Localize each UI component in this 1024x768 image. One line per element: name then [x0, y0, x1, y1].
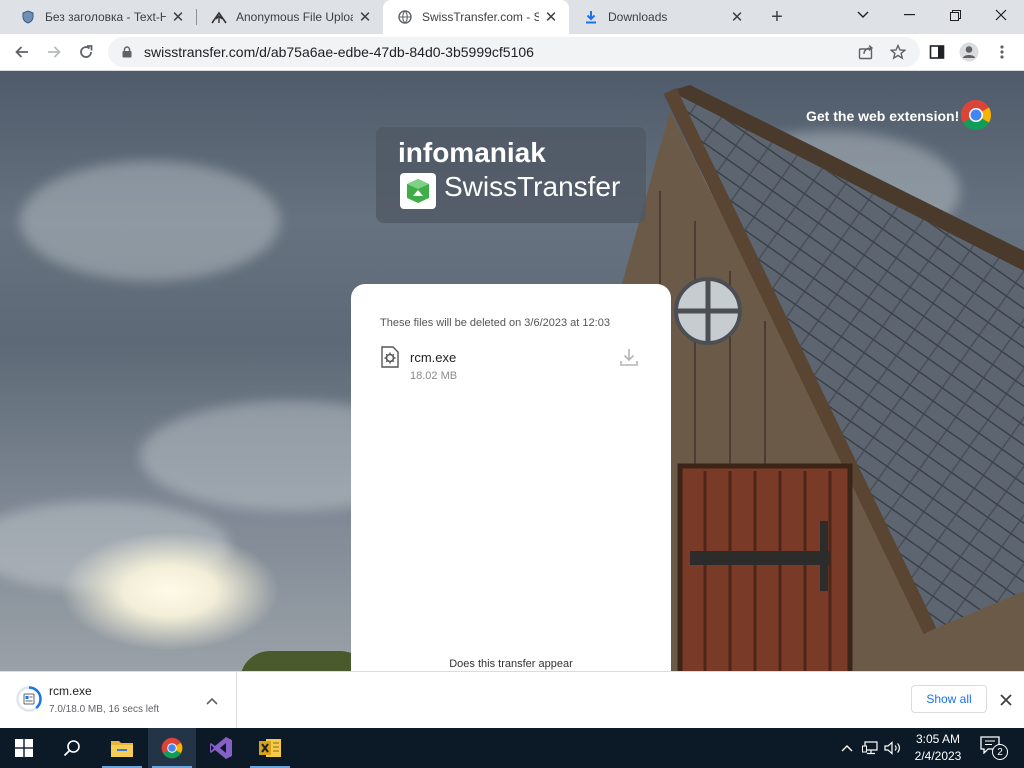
download-icon: [583, 9, 599, 25]
brand-name: infomaniak: [398, 137, 546, 168]
download-shelf: rcm.exe 7.0/18.0 MB, 16 secs left Show a…: [0, 671, 1024, 729]
reload-button[interactable]: [72, 38, 100, 66]
close-shelf-button[interactable]: [996, 690, 1016, 710]
reload-icon: [80, 45, 93, 58]
start-button[interactable]: [0, 728, 48, 768]
kebab-menu-icon: [1000, 45, 1004, 59]
network-button[interactable]: [862, 738, 880, 758]
start-icon: [15, 739, 33, 757]
url-text: swisstransfer.com/d/ab75a6ae-edbe-47db-8…: [144, 44, 534, 60]
side-panel-icon: [929, 45, 945, 59]
download-item[interactable]: rcm.exe 7.0/18.0 MB, 16 secs left: [0, 672, 237, 729]
download-file-name: rcm.exe: [49, 684, 92, 698]
upload-icon: [211, 9, 227, 25]
tab-title: SwissTransfer.com - Send large files: [422, 10, 539, 24]
close-tab-icon[interactable]: ✕: [170, 9, 186, 26]
file-download-button[interactable]: [618, 346, 640, 368]
share-button[interactable]: [852, 38, 880, 66]
deletion-notice: These files will be deleted on 3/6/2023 …: [380, 317, 610, 329]
back-button[interactable]: [8, 38, 36, 66]
close-tab-icon[interactable]: ✕: [543, 9, 559, 26]
star-icon: [890, 44, 906, 60]
get-extension-link[interactable]: Get the web extension!: [806, 108, 959, 124]
shield-icon: [20, 9, 36, 25]
avatar-icon: [959, 42, 979, 62]
file-size: 18.02 MB: [410, 370, 458, 382]
side-panel-button[interactable]: [923, 38, 951, 66]
brand-logo[interactable]: infomaniak SwissTransfer: [376, 127, 646, 223]
close-tab-icon[interactable]: ✕: [357, 9, 373, 26]
back-arrow-icon: [15, 46, 28, 58]
download-options-button[interactable]: [203, 692, 221, 710]
menu-button[interactable]: [988, 38, 1016, 66]
profile-button[interactable]: [955, 38, 983, 66]
clock-date: 2/4/2023: [914, 749, 962, 763]
web-page: infomaniak SwissTransfer Get the web ext…: [0, 71, 1024, 671]
system-clock[interactable]: 3:05 AM 2/4/2023: [905, 731, 971, 765]
chevron-up-icon: [841, 745, 853, 752]
download-status: 7.0/18.0 MB, 16 secs left: [49, 704, 160, 715]
tab-text-hosting[interactable]: Без заголовка - Text-Hosting ✕: [6, 0, 196, 34]
forward-button[interactable]: [40, 38, 68, 66]
taskbar-search-button[interactable]: [48, 728, 96, 768]
executable-file-icon: [381, 346, 399, 368]
chevron-up-icon: [206, 697, 218, 705]
tab-title: Без заголовка - Text-Hosting: [45, 10, 166, 24]
visual-studio-icon: [210, 737, 232, 759]
lock-icon[interactable]: [120, 46, 134, 58]
tab-anonymous-file-upload[interactable]: Anonymous File Upload ✕: [197, 0, 383, 34]
cloud: [20, 161, 280, 281]
tab-swisstransfer[interactable]: SwissTransfer.com - Send large files ✕: [383, 0, 569, 34]
forward-arrow-icon: [48, 46, 61, 58]
report-question: Does this transfer appear: [449, 658, 573, 670]
excel-icon: [259, 739, 281, 757]
taskbar-visual-studio[interactable]: [197, 728, 245, 768]
swisstransfer-logo-icon: [400, 173, 436, 209]
close-window-button[interactable]: [978, 0, 1024, 30]
restore-icon: [949, 9, 961, 21]
file-name[interactable]: rcm.exe: [410, 350, 456, 365]
bookmark-button[interactable]: [884, 38, 912, 66]
clock-time: 3:05 AM: [915, 732, 961, 746]
chevron-down-icon: [857, 11, 869, 18]
chrome-icon[interactable]: [960, 99, 992, 131]
show-all-button[interactable]: Show all: [911, 685, 987, 713]
taskbar-excel[interactable]: [246, 728, 294, 768]
tab-title: Downloads: [608, 10, 668, 24]
tab-downloads[interactable]: Downloads ✕: [569, 0, 755, 34]
restore-button[interactable]: [932, 0, 978, 30]
tab-title: Anonymous File Upload: [236, 10, 353, 24]
close-icon: [1000, 694, 1012, 706]
download-progress-icon: [16, 686, 42, 712]
sun-glow: [60, 531, 280, 651]
transfer-card: These files will be deleted on 3/6/2023 …: [351, 284, 671, 671]
minimize-icon: [903, 14, 915, 16]
speaker-icon: [884, 741, 900, 755]
tab-search-button[interactable]: [840, 0, 886, 30]
taskbar-file-explorer[interactable]: [98, 728, 146, 768]
file-explorer-icon: [111, 741, 133, 757]
new-tab-button[interactable]: +: [765, 5, 789, 29]
share-icon: [858, 44, 874, 60]
close-icon: [995, 9, 1007, 21]
notification-count-badge: 2: [992, 744, 1008, 760]
taskbar-chrome[interactable]: [148, 728, 196, 768]
download-icon: [620, 349, 638, 366]
action-center-button[interactable]: 2: [980, 736, 1010, 760]
windows-taskbar: 3:05 AM 2/4/2023 2: [0, 728, 1024, 768]
volume-button[interactable]: [884, 738, 902, 758]
show-hidden-icons-button[interactable]: [838, 738, 856, 758]
address-bar[interactable]: swisstransfer.com/d/ab75a6ae-edbe-47db-8…: [108, 37, 920, 67]
globe-icon: [397, 9, 413, 25]
chrome-icon: [161, 737, 183, 759]
browser-toolbar: swisstransfer.com/d/ab75a6ae-edbe-47db-8…: [0, 34, 1024, 71]
product-name: SwissTransfer: [444, 171, 621, 202]
network-icon: [862, 741, 878, 755]
tab-strip: Без заголовка - Text-Hosting ✕ Anonymous…: [0, 0, 1024, 34]
minimize-button[interactable]: [886, 0, 932, 30]
close-tab-icon[interactable]: ✕: [729, 9, 745, 26]
search-icon: [63, 740, 80, 757]
